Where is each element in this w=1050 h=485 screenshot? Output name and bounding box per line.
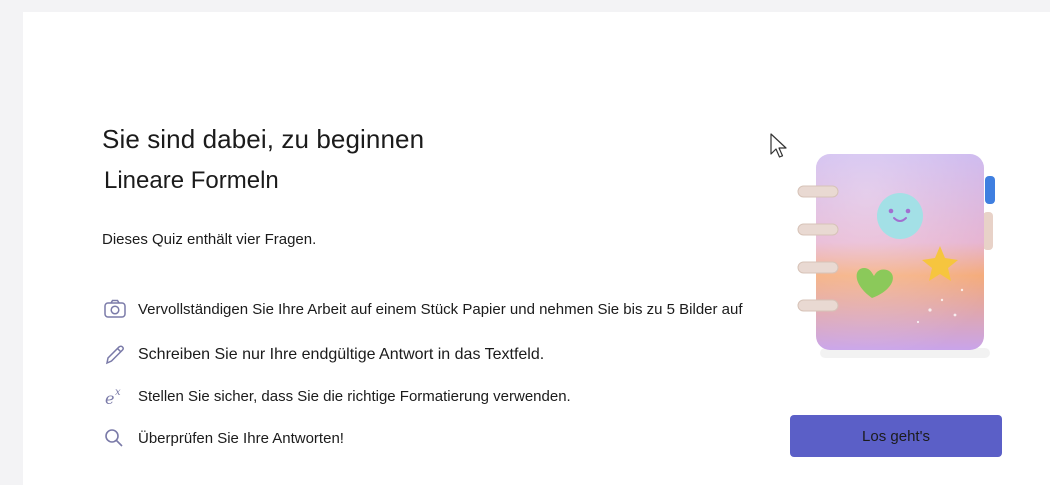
exponent-icon: e x [102,384,128,408]
instruction-item-format: e x Stellen Sie sicher, dass Sie die ric… [102,384,571,408]
instruction-item-answer: Schreiben Sie nur Ihre endgültige Antwor… [102,343,544,367]
instruction-item-photo: Vervollständigen Sie Ihre Arbeit auf ein… [102,297,743,321]
instruction-text: Schreiben Sie nur Ihre endgültige Antwor… [138,346,545,363]
svg-text:e: e [105,389,114,407]
mouse-cursor-icon [769,132,789,165]
quiz-name: Lineare Formeln [104,167,279,194]
page-title: Sie sind dabei, zu beginnen [102,124,425,154]
search-icon [102,426,128,450]
instruction-text: Stellen Sie sicher, dass Sie die richtig… [138,387,571,405]
camera-icon [102,297,128,321]
notebook-illustration [790,150,1005,370]
start-quiz-button[interactable]: Los geht's [790,415,1002,457]
svg-text:x: x [115,387,121,398]
instruction-text: Überprüfen Sie Ihre Antworten! [138,429,344,447]
instruction-text: Vervollständigen Sie Ihre Arbeit auf ein… [138,300,743,318]
pencil-icon [102,343,128,367]
instruction-item-review: Überprüfen Sie Ihre Antworten! [102,426,344,450]
quiz-description: Dieses Quiz enthält vier Fragen. [102,231,317,248]
